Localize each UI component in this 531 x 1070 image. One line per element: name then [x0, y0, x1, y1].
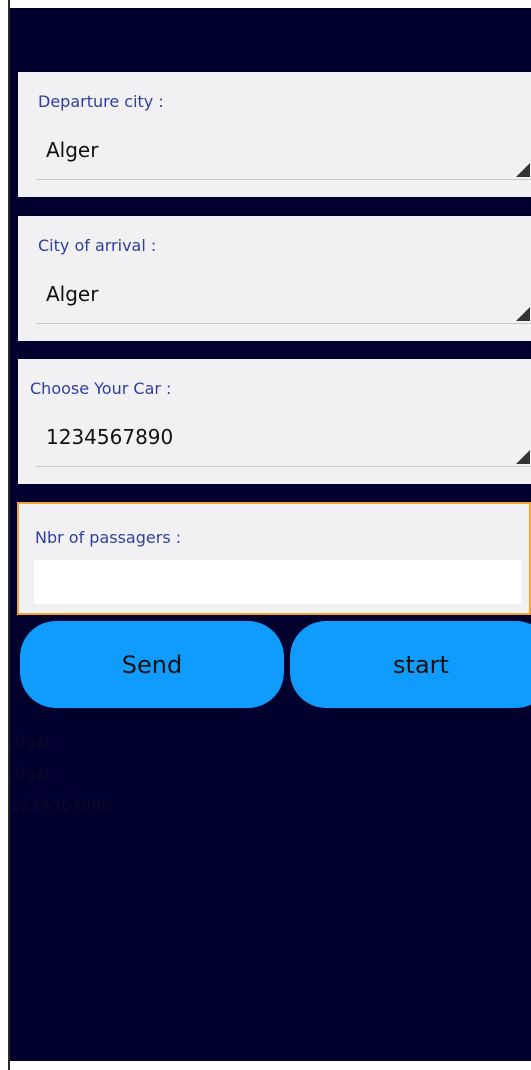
departure-city-spinner[interactable]: Alger: [36, 128, 531, 180]
arrival-city-label: City of arrival :: [38, 236, 157, 255]
arrival-city-spinner[interactable]: Alger: [36, 272, 531, 324]
car-spinner[interactable]: 1234567890: [36, 415, 531, 467]
send-button[interactable]: Send: [20, 621, 284, 708]
car-label: Choose Your Car :: [30, 379, 172, 398]
dropdown-arrow-icon: [516, 450, 530, 464]
dropdown-arrow-icon: [516, 307, 530, 321]
departure-city-card: Departure city : Alger: [18, 72, 531, 197]
result-arrival-text: Alger: [10, 764, 52, 783]
passengers-card: Nbr of passagers :: [17, 502, 531, 615]
result-car-text: 1234567890: [10, 796, 112, 815]
car-value: 1234567890: [46, 425, 174, 449]
result-departure-text: Alger: [10, 732, 52, 751]
spinner-underline: [36, 179, 531, 180]
passengers-label: Nbr of passagers :: [35, 528, 182, 547]
passengers-input[interactable]: [34, 560, 521, 604]
app-screen: Departure city : Alger City of arrival :…: [10, 8, 531, 1061]
spinner-underline: [36, 466, 531, 467]
arrival-city-value: Alger: [46, 282, 99, 306]
arrival-city-card: City of arrival : Alger: [18, 216, 531, 341]
spinner-underline: [36, 323, 531, 324]
car-card: Choose Your Car : 1234567890: [18, 359, 531, 484]
departure-city-value: Alger: [46, 138, 99, 162]
dropdown-arrow-icon: [516, 163, 530, 177]
start-button[interactable]: start: [290, 621, 531, 708]
departure-city-label: Departure city :: [38, 92, 164, 111]
